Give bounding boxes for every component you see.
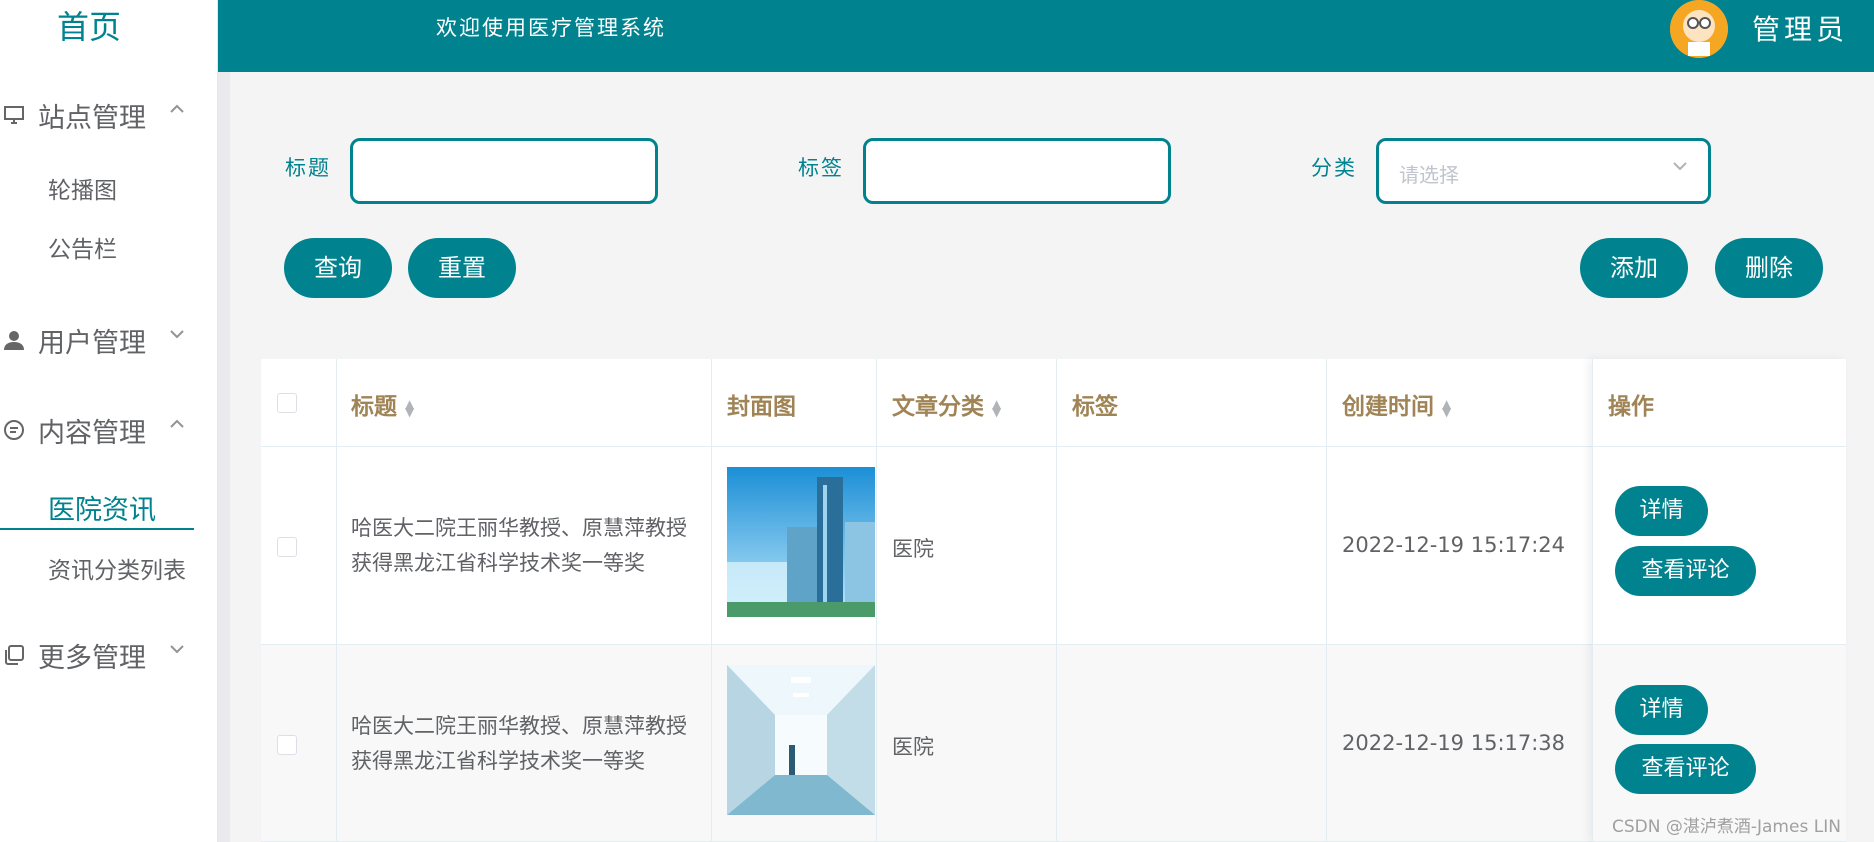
row-category: 医院 [892,537,934,561]
menu-item-carousel[interactable]: 轮播图 [48,171,117,205]
row-title-line: 获得黑龙江省科学技术奖一等奖 [351,749,645,773]
query-button[interactable]: 查询 [284,238,392,298]
row-title-line: 哈医大二院王丽华教授、原慧萍教授 [351,516,687,540]
header-cover: 封面图 [727,394,796,420]
copy-icon [0,641,28,669]
avatar[interactable] [1670,0,1728,58]
row-title-line: 哈医大二院王丽华教授、原慧萍教授 [351,714,687,738]
menu-content-management[interactable]: 内容管理 [0,405,194,455]
view-comments-button[interactable]: 查看评论 [1615,546,1756,596]
chevron-up-icon [168,415,186,438]
user-icon [0,326,28,354]
monitor-icon [0,101,28,129]
add-button[interactable]: 添加 [1580,238,1688,298]
sort-icon[interactable]: ▲ ▼ [1442,398,1451,418]
row-checkbox[interactable] [277,537,297,557]
chevron-up-icon [168,100,186,123]
menu-content-management-label: 内容管理 [38,417,146,449]
column-divider [1056,359,1057,842]
column-divider [336,359,337,842]
view-comments-button[interactable]: 查看评论 [1615,744,1756,794]
home-link[interactable]: 首页 [0,0,178,55]
menu-user-management-label: 用户管理 [38,327,146,359]
cover-image [727,467,875,617]
menu-item-hospital-news[interactable]: 医院资讯 [48,488,156,527]
row-title[interactable]: 哈医大二院王丽华教授、原慧萍教授 获得黑龙江省科学技术奖一等奖 [351,709,687,779]
sort-icon[interactable]: ▲ ▼ [405,398,414,418]
content-left-strip [218,72,230,842]
active-indicator [0,528,194,530]
header-title[interactable]: 标题 ▲ ▼ [351,387,414,421]
chevron-down-icon [168,325,186,348]
chevron-down-icon [1670,155,1690,181]
row-title[interactable]: 哈医大二院王丽华教授、原慧萍教授 获得黑龙江省科学技术奖一等奖 [351,511,687,581]
row-checkbox[interactable] [277,735,297,755]
row-created-time: 2022-12-19 15:17:38 [1342,731,1566,755]
filter-category-label: 分类 [1311,156,1357,180]
category-select[interactable]: 请选择 [1376,138,1711,204]
delete-button[interactable]: 删除 [1715,238,1823,298]
select-all-checkbox[interactable] [277,393,297,413]
column-divider [1326,359,1327,842]
header-created[interactable]: 创建时间 ▲ ▼ [1342,387,1451,421]
menu-more-management-label: 更多管理 [38,642,146,674]
watermark: CSDN @湛泸煮酒-James LIN [1612,817,1841,837]
sort-icon[interactable]: ▲ ▼ [992,398,1001,418]
menu-item-notice[interactable]: 公告栏 [48,230,117,264]
tag-input[interactable] [863,138,1171,204]
menu-item-news-category-list[interactable]: 资讯分类列表 [48,551,186,585]
category-placeholder: 请选择 [1399,163,1459,187]
news-table: 标题 ▲ ▼ 封面图 文章分类 ▲ ▼ 标签 创建时间 ▲ ▼ 操作 哈医大二院王丽华教授、… [261,359,1846,842]
menu-user-management[interactable]: 用户管理 [0,315,194,365]
sidebar: 首页 站点管理 轮播图 公告栏 用户管理 内容管理 医院资讯 资讯分类列表 更多… [0,0,218,842]
chat-icon [0,416,28,444]
welcome-text: 欢迎使用医疗管理系统 [436,16,666,40]
chevron-down-icon [168,640,186,663]
filter-title-label: 标题 [285,156,331,180]
menu-more-management[interactable]: 更多管理 [0,630,194,680]
header-tag: 标签 [1072,394,1118,420]
admin-name[interactable]: 管理员 [1752,8,1848,48]
row-category: 医院 [892,735,934,759]
cover-image [727,665,875,815]
menu-site-management[interactable]: 站点管理 [0,90,194,140]
header-category-label: 文章分类 [892,394,984,420]
header-category[interactable]: 文章分类 ▲ ▼ [892,387,1001,421]
column-divider [711,359,712,842]
header-actions: 操作 [1608,394,1654,420]
detail-button[interactable]: 详情 [1615,486,1708,536]
row-created-time: 2022-12-19 15:17:24 [1342,533,1566,557]
detail-button[interactable]: 详情 [1615,685,1708,735]
reset-button[interactable]: 重置 [408,238,516,298]
header-title-label: 标题 [351,394,397,420]
column-divider [876,359,877,842]
menu-site-management-label: 站点管理 [38,102,146,134]
filter-tag-label: 标签 [798,156,844,180]
row-title-line: 获得黑龙江省科学技术奖一等奖 [351,551,645,575]
header-created-label: 创建时间 [1342,394,1434,420]
title-input[interactable] [350,138,658,204]
